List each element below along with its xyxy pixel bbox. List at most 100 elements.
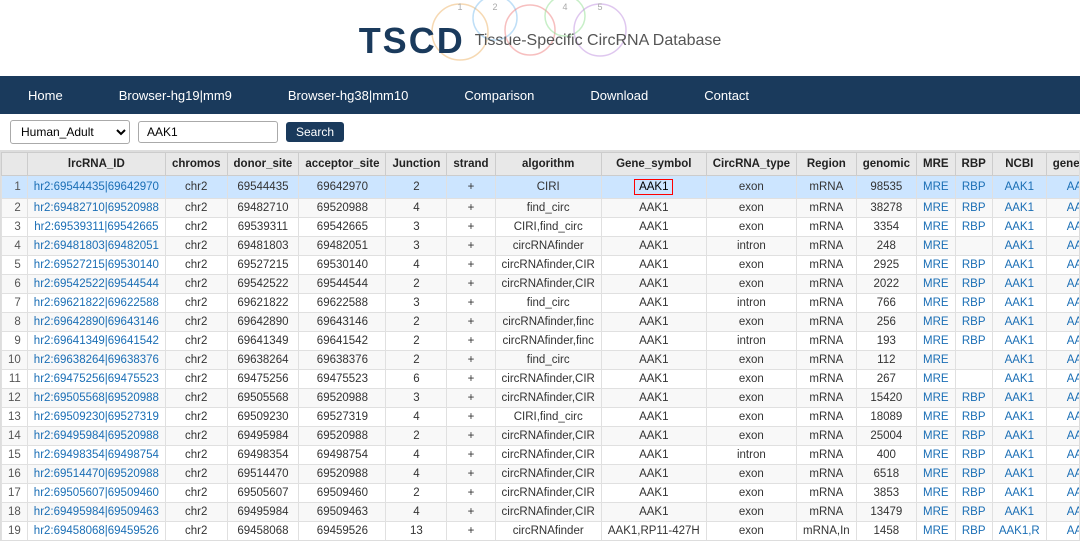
table-cell[interactable]: AAK1 — [992, 446, 1046, 465]
gene-symbol-cell[interactable]: AAK1 — [601, 408, 706, 427]
table-cell[interactable]: MRE — [916, 484, 955, 503]
circrna-id[interactable]: hr2:69498354|69498754 — [27, 446, 165, 465]
table-cell[interactable]: MRE — [916, 427, 955, 446]
nav-contact[interactable]: Contact — [676, 76, 777, 114]
gene-symbol-cell[interactable]: AAK1 — [601, 218, 706, 237]
table-cell[interactable]: AAK1 — [992, 370, 1046, 389]
table-cell[interactable]: MRE — [916, 465, 955, 484]
gene-symbol-cell[interactable]: AAK1 — [601, 332, 706, 351]
table-cell[interactable]: AAK1 — [992, 294, 1046, 313]
table-cell[interactable]: AAK1 — [1046, 199, 1080, 218]
table-cell[interactable]: AAK1 — [992, 332, 1046, 351]
table-cell[interactable]: MRE — [916, 370, 955, 389]
search-button[interactable]: Search — [286, 122, 344, 142]
table-cell[interactable]: RBP — [955, 199, 992, 218]
circrna-id[interactable]: hr2:69621822|69622588 — [27, 294, 165, 313]
table-cell[interactable]: MRE — [916, 313, 955, 332]
table-cell[interactable]: AAK1 — [1046, 408, 1080, 427]
table-cell[interactable]: RBP — [955, 176, 992, 199]
nav-download[interactable]: Download — [562, 76, 676, 114]
gene-symbol-cell[interactable]: AAK1 — [601, 370, 706, 389]
table-cell[interactable]: AAK1 — [992, 503, 1046, 522]
table-cell[interactable]: AAK1 — [1046, 503, 1080, 522]
circrna-id[interactable]: hr2:69495984|69520988 — [27, 427, 165, 446]
table-cell[interactable]: MRE — [916, 176, 955, 199]
table-cell[interactable]: AAK1 — [992, 465, 1046, 484]
table-cell[interactable]: MRE — [916, 503, 955, 522]
table-cell[interactable]: RBP — [955, 465, 992, 484]
table-cell[interactable]: RBP — [955, 218, 992, 237]
table-cell[interactable]: AAK1 — [1046, 370, 1080, 389]
table-cell[interactable]: AAK1 — [992, 351, 1046, 370]
table-cell[interactable]: AAK1 — [992, 218, 1046, 237]
table-cell[interactable]: MRE — [916, 446, 955, 465]
table-cell[interactable]: AAK1 — [1046, 389, 1080, 408]
table-cell[interactable]: RBP — [955, 408, 992, 427]
circrna-id[interactable]: hr2:69539311|69542665 — [27, 218, 165, 237]
gene-symbol-cell[interactable]: AAK1 — [601, 484, 706, 503]
circrna-id[interactable]: hr2:69482710|69520988 — [27, 199, 165, 218]
table-cell[interactable]: AAK1 — [1046, 176, 1080, 199]
table-cell[interactable]: AAK1 — [1046, 256, 1080, 275]
circrna-id[interactable]: hr2:69542522|69544544 — [27, 275, 165, 294]
gene-symbol-cell[interactable]: AAK1 — [601, 313, 706, 332]
table-cell[interactable] — [955, 351, 992, 370]
table-cell[interactable]: RBP — [955, 256, 992, 275]
gene-symbol-cell[interactable]: AAK1 — [601, 176, 706, 199]
table-cell[interactable]: AAK1 — [1046, 332, 1080, 351]
table-cell[interactable]: AAK1 — [1046, 446, 1080, 465]
table-cell[interactable]: RBP — [955, 446, 992, 465]
table-cell[interactable]: AAK1 — [1046, 465, 1080, 484]
table-cell[interactable]: RBP — [955, 275, 992, 294]
table-cell[interactable]: RBP — [955, 313, 992, 332]
nav-comparison[interactable]: Comparison — [436, 76, 562, 114]
circrna-id[interactable]: hr2:69505568|69520988 — [27, 389, 165, 408]
table-cell[interactable]: AAK1 — [992, 199, 1046, 218]
table-cell[interactable]: AAK1 — [992, 389, 1046, 408]
table-cell[interactable]: RBP — [955, 389, 992, 408]
table-cell[interactable]: MRE — [916, 199, 955, 218]
table-cell[interactable]: AAK1 — [1046, 313, 1080, 332]
table-cell[interactable]: AAK1 — [992, 427, 1046, 446]
table-cell[interactable]: MRE — [916, 389, 955, 408]
table-cell[interactable]: AAK1 — [1046, 484, 1080, 503]
gene-symbol-cell[interactable]: AAK1 — [601, 275, 706, 294]
table-cell[interactable]: AAK1 — [992, 275, 1046, 294]
gene-symbol-cell[interactable]: AAK1 — [601, 446, 706, 465]
table-cell[interactable]: AAK1 — [1046, 294, 1080, 313]
table-cell[interactable]: MRE — [916, 275, 955, 294]
gene-symbol-cell[interactable]: AAK1 — [601, 294, 706, 313]
table-cell[interactable]: AAK1 — [992, 237, 1046, 256]
table-cell[interactable]: AAK1 — [1046, 275, 1080, 294]
table-cell[interactable]: MRE — [916, 294, 955, 313]
nav-browser-hg38[interactable]: Browser-hg38|mm10 — [260, 76, 436, 114]
search-input[interactable] — [138, 121, 278, 143]
table-cell[interactable]: RBP — [955, 332, 992, 351]
table-cell[interactable]: MRE — [916, 218, 955, 237]
gene-symbol-cell[interactable]: AAK1 — [601, 237, 706, 256]
gene-symbol-cell[interactable]: AAK1 — [601, 465, 706, 484]
table-cell[interactable]: MRE — [916, 237, 955, 256]
table-cell[interactable]: AAK1,R — [992, 522, 1046, 541]
table-cell[interactable]: AAK1 — [992, 176, 1046, 199]
circrna-id[interactable]: hr2:69509230|69527319 — [27, 408, 165, 427]
circrna-id[interactable]: hr2:69495984|69509463 — [27, 503, 165, 522]
table-cell[interactable]: RBP — [955, 294, 992, 313]
circrna-id[interactable]: hr2:69505607|69509460 — [27, 484, 165, 503]
table-cell[interactable]: MRE — [916, 522, 955, 541]
table-cell[interactable]: AAK1 — [992, 408, 1046, 427]
species-dropdown[interactable]: Human_Adult Human_Fetal Mouse_Adult Mous… — [10, 120, 130, 144]
circrna-id[interactable]: hr2:69527215|69530140 — [27, 256, 165, 275]
table-cell[interactable] — [955, 370, 992, 389]
circrna-id[interactable]: hr2:69642890|69643146 — [27, 313, 165, 332]
table-cell[interactable]: RBP — [955, 484, 992, 503]
table-cell[interactable]: AAK1 — [1046, 218, 1080, 237]
nav-home[interactable]: Home — [0, 76, 91, 114]
circrna-id[interactable]: hr2:69458068|69459526 — [27, 522, 165, 541]
circrna-id[interactable]: hr2:69475256|69475523 — [27, 370, 165, 389]
table-cell[interactable] — [955, 237, 992, 256]
circrna-id[interactable]: hr2:69638264|69638376 — [27, 351, 165, 370]
gene-symbol-cell[interactable]: AAK1 — [601, 427, 706, 446]
gene-symbol-cell[interactable]: AAK1 — [601, 389, 706, 408]
table-cell[interactable]: AAK1 — [992, 484, 1046, 503]
